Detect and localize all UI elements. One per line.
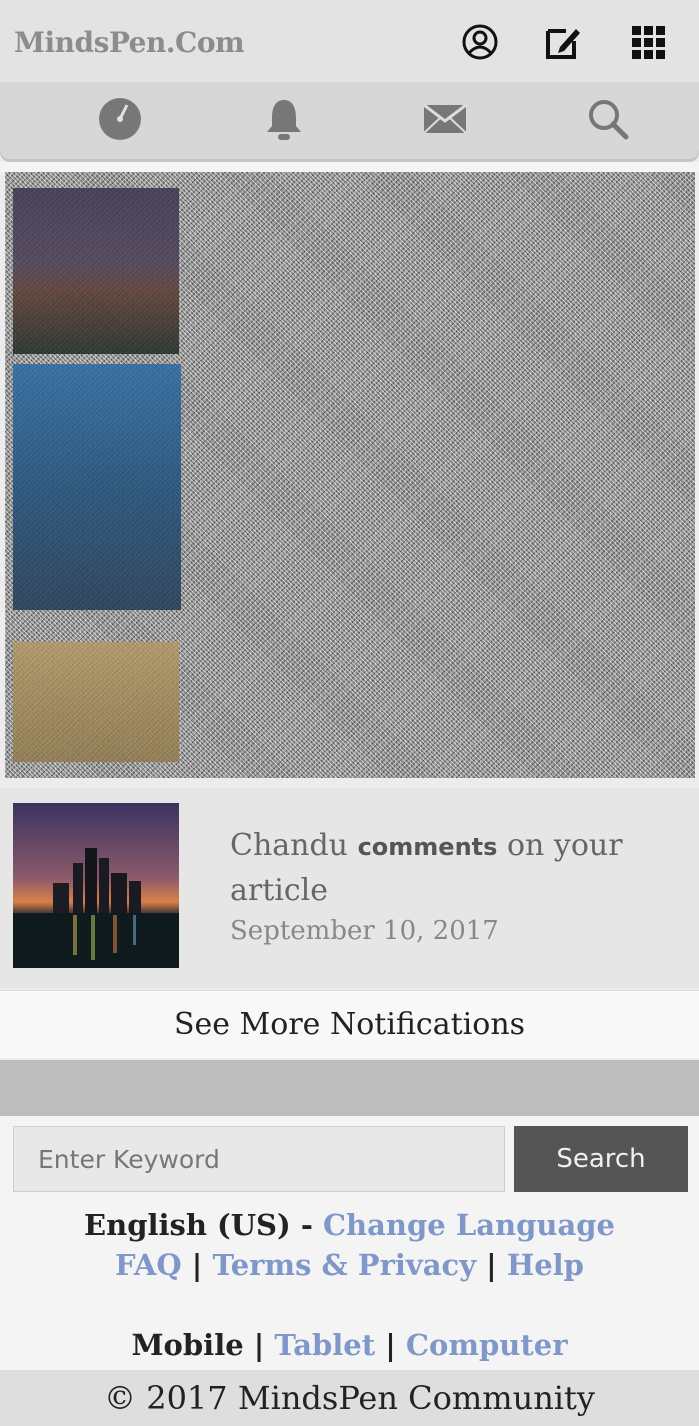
- computer-view-link[interactable]: Computer: [406, 1328, 568, 1362]
- notification-date: September 10, 2017: [230, 916, 499, 946]
- apps-grid-icon[interactable]: [628, 22, 668, 62]
- notification-action: comments: [357, 833, 498, 861]
- notification-actor: Chandu: [230, 828, 349, 863]
- separator: |: [476, 1248, 507, 1282]
- tablet-view-link[interactable]: Tablet: [274, 1328, 375, 1362]
- bell-icon[interactable]: [259, 94, 309, 144]
- language-line: English (US) - Change Language: [0, 1208, 699, 1242]
- view-mode-links: Mobile | Tablet | Computer: [0, 1328, 699, 1362]
- notification-item[interactable]: Chandu comments on your article Septembe…: [0, 788, 699, 988]
- dashboard-icon[interactable]: [95, 94, 145, 144]
- search-bar: Search: [0, 1116, 699, 1200]
- divider: [0, 162, 699, 172]
- separator: |: [375, 1328, 406, 1362]
- terms-privacy-link[interactable]: Terms & Privacy: [212, 1248, 476, 1282]
- section-separator: [0, 1060, 699, 1116]
- separator: -: [290, 1208, 323, 1242]
- profile-icon[interactable]: [460, 22, 500, 62]
- separator: |: [243, 1328, 275, 1362]
- current-language: English (US): [84, 1208, 291, 1242]
- site-logo[interactable]: MindsPen.Com: [14, 26, 245, 59]
- mail-icon[interactable]: [420, 94, 470, 144]
- notification-thumbnail[interactable]: [13, 642, 179, 762]
- help-links: FAQ | Terms & Privacy | Help: [0, 1248, 699, 1282]
- change-language-link[interactable]: Change Language: [323, 1208, 615, 1242]
- notification-title[interactable]: Chandu comments on your article: [230, 824, 670, 912]
- mobile-view-current: Mobile: [131, 1328, 244, 1362]
- see-more-notifications-button[interactable]: See More Notifications: [0, 990, 699, 1058]
- search-button[interactable]: Search: [514, 1126, 688, 1192]
- help-link[interactable]: Help: [507, 1248, 584, 1282]
- notification-list-obscured: [5, 172, 695, 778]
- copyright: © 2017 MindsPen Community: [0, 1370, 699, 1426]
- footer: English (US) - Change Language FAQ | Ter…: [0, 1200, 699, 1370]
- separator: |: [181, 1248, 213, 1282]
- notification-thumbnail: [13, 803, 179, 968]
- search-input[interactable]: [13, 1126, 505, 1192]
- faq-link[interactable]: FAQ: [115, 1248, 182, 1282]
- notification-thumbnail[interactable]: [13, 364, 181, 610]
- notification-thumbnail[interactable]: [13, 188, 179, 354]
- compose-icon[interactable]: [543, 22, 583, 62]
- top-nav: [0, 82, 699, 162]
- header: MindsPen.Com: [0, 0, 699, 82]
- search-icon[interactable]: [583, 94, 633, 144]
